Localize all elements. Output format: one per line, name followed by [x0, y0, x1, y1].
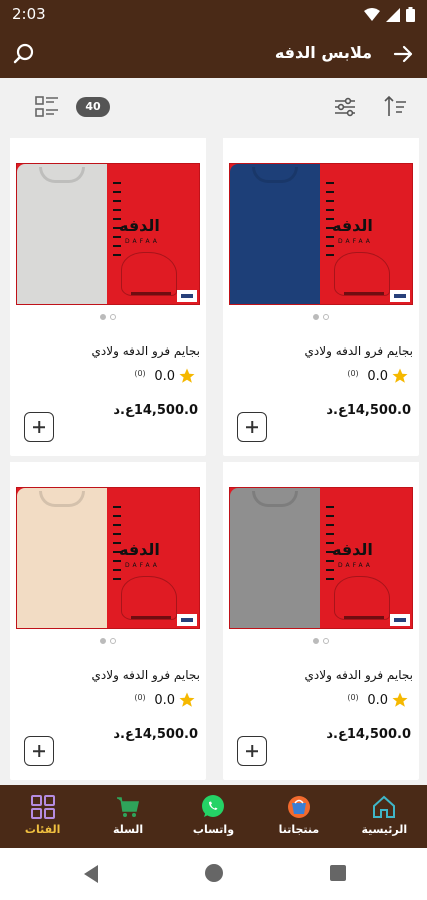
image-carousel-dots — [223, 314, 419, 322]
add-to-cart-button[interactable] — [237, 412, 267, 442]
product-price: 14,500.0ع.د — [113, 727, 198, 742]
product-image[interactable]: الدفه DAFAA — [223, 138, 419, 310]
add-to-cart-button[interactable] — [237, 736, 267, 766]
product-price: 14,500.0ع.د — [326, 727, 411, 742]
star-icon — [392, 368, 408, 383]
products-icon — [287, 796, 310, 818]
page-title: ملابس الدفه — [274, 43, 372, 62]
battery-icon — [406, 7, 415, 22]
shirt — [230, 164, 320, 304]
image-carousel-dots — [10, 314, 206, 322]
system-back-icon[interactable] — [84, 865, 98, 883]
nav-label: السلة — [112, 823, 144, 836]
nav-item-whatsapp[interactable]: واتساب — [171, 785, 256, 848]
brand-logo-lat: DAFAA — [125, 238, 160, 245]
list-view-icon[interactable] — [34, 94, 60, 120]
brand-logo-ar: الدفه — [332, 540, 373, 559]
star-icon — [179, 692, 195, 707]
rating-value: 0.0 — [154, 368, 175, 384]
product-image[interactable]: الدفه DAFAA — [223, 462, 419, 634]
product-card[interactable]: الدفه DAFAA بجايم فرو الدفه ولادي 0.0 (0… — [10, 138, 206, 456]
product-name[interactable]: بجايم فرو الدفه ولادي — [16, 668, 201, 682]
status-icons — [364, 7, 415, 22]
product-price: 14,500.0ع.د — [326, 403, 411, 418]
rating-value: 0.0 — [154, 692, 175, 708]
back-arrow-icon[interactable] — [389, 40, 417, 68]
nav-item-cart[interactable]: السلة — [85, 785, 170, 848]
home-icon — [373, 795, 396, 818]
rating-value: 0.0 — [367, 368, 388, 384]
product-rating: 0.0 — [154, 691, 196, 709]
image-carousel-dots — [10, 638, 206, 646]
product-box: الدفه DAFAA — [229, 163, 413, 305]
bottom-nav: الرئيسية منتجاتنا واتساب السلة الفئات — [0, 785, 427, 848]
status-bar: 2:03 — [0, 0, 427, 30]
product-name[interactable]: بجايم فرو الدفه ولادي — [229, 668, 414, 682]
nav-label: الرئيسية — [361, 823, 408, 836]
product-card[interactable]: الدفه DAFAA بجايم فرو الدفه ولادي 0.0 (0… — [223, 462, 419, 780]
add-to-cart-button[interactable] — [24, 412, 54, 442]
cart-icon — [117, 797, 140, 817]
product-count-badge: 40 — [76, 97, 110, 117]
nav-item-home[interactable]: الرئيسية — [342, 785, 427, 848]
system-home-icon[interactable] — [205, 864, 223, 882]
star-icon — [179, 368, 195, 383]
shirt — [17, 164, 107, 304]
brand-logo-lat: DAFAA — [125, 562, 160, 569]
categories-icon — [30, 795, 55, 819]
product-name[interactable]: بجايم فرو الدفه ولادي — [16, 344, 201, 358]
nav-label: الفئات — [24, 823, 61, 836]
product-rating: 0.0 — [367, 691, 409, 709]
search-icon[interactable] — [10, 40, 38, 68]
product-image[interactable]: الدفه DAFAA — [10, 462, 206, 634]
brand-logo-ar: الدفه — [119, 540, 160, 559]
system-recents-icon[interactable] — [330, 865, 346, 881]
brand-logo-ar: الدفه — [332, 216, 373, 235]
rating-count: (0) — [134, 369, 146, 378]
nav-label: واتساب — [192, 823, 235, 836]
system-nav-bar — [0, 848, 427, 900]
toolbar: 40 — [0, 78, 427, 136]
whatsapp-icon — [202, 795, 225, 817]
brand-logo-lat: DAFAA — [338, 238, 373, 245]
nav-label: منتجاتنا — [278, 823, 320, 836]
product-image[interactable]: الدفه DAFAA — [10, 138, 206, 310]
product-card[interactable]: الدفه DAFAA بجايم فرو الدفه ولادي 0.0 (0… — [10, 462, 206, 780]
status-time: 2:03 — [12, 5, 46, 23]
rating-count: (0) — [134, 693, 146, 702]
shirt — [230, 488, 320, 628]
shirt — [17, 488, 107, 628]
product-box: الدفه DAFAA — [16, 487, 200, 629]
app-bar: ملابس الدفه — [0, 30, 427, 78]
product-rating: 0.0 — [367, 367, 409, 385]
product-price: 14,500.0ع.د — [113, 403, 198, 418]
wifi-icon — [364, 7, 380, 21]
signal-icon — [386, 7, 400, 22]
image-carousel-dots — [223, 638, 419, 646]
rating-count: (0) — [347, 369, 359, 378]
product-card[interactable]: الدفه DAFAA بجايم فرو الدفه ولادي 0.0 (0… — [223, 138, 419, 456]
product-box: الدفه DAFAA — [229, 487, 413, 629]
sort-icon[interactable] — [382, 94, 408, 120]
brand-logo-ar: الدفه — [119, 216, 160, 235]
product-box: الدفه DAFAA — [16, 163, 200, 305]
rating-value: 0.0 — [367, 692, 388, 708]
brand-logo-lat: DAFAA — [338, 562, 373, 569]
rating-count: (0) — [347, 693, 359, 702]
add-to-cart-button[interactable] — [24, 736, 54, 766]
filter-icon[interactable] — [332, 94, 358, 120]
nav-item-products[interactable]: منتجاتنا — [256, 785, 341, 848]
product-name[interactable]: بجايم فرو الدفه ولادي — [229, 344, 414, 358]
product-rating: 0.0 — [154, 367, 196, 385]
star-icon — [392, 692, 408, 707]
nav-item-categories[interactable]: الفئات — [0, 785, 85, 848]
